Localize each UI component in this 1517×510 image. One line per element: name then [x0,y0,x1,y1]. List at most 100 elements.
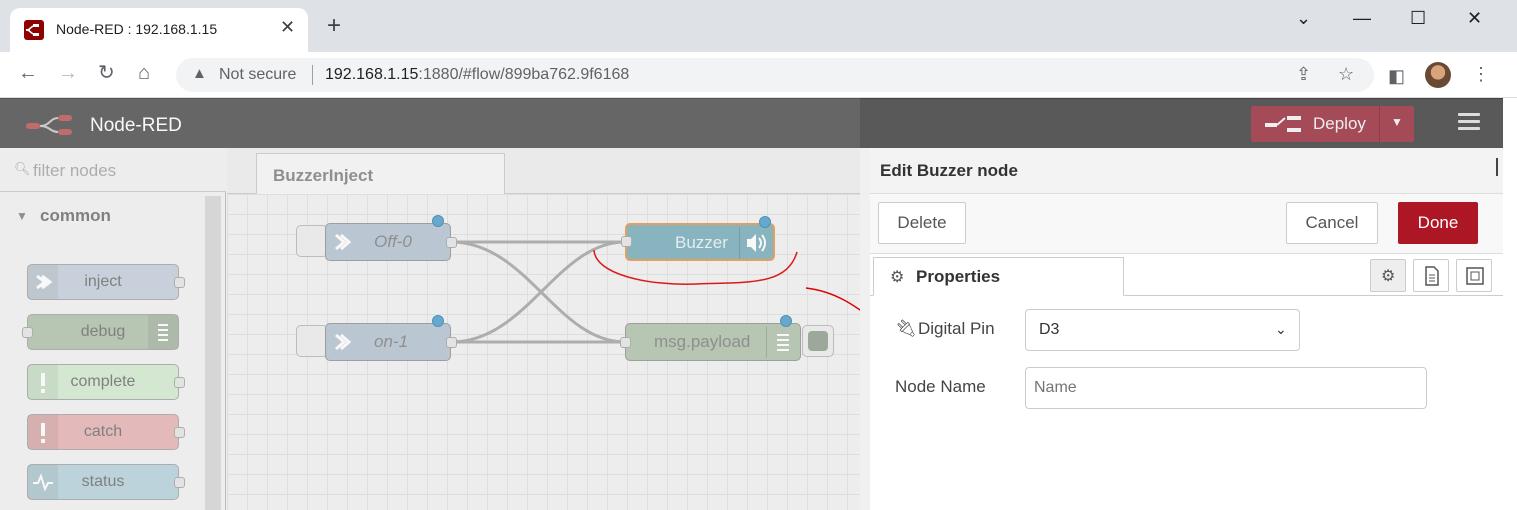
delete-button[interactable]: Delete [878,202,966,244]
debug-list-icon [148,315,178,349]
appearance-frame-icon[interactable] [1456,259,1492,292]
settings-gear-icon[interactable]: ⚙ [1370,259,1406,292]
browser-tab-bar: Node-RED : 192.168.1.15 ✕ + ⌄ — ☐ ✕ [0,0,1517,52]
flow-node-buzzer[interactable]: Buzzer [621,216,775,261]
flow-canvas[interactable]: BuzzerInject Off-0 on-1 Buzzer msg.paylo… [227,148,860,510]
resize-handle[interactable] [1496,158,1498,176]
tab-search-icon[interactable]: ⌄ [1296,8,1311,29]
hamburger-menu-icon[interactable] [1458,113,1480,131]
address-bar[interactable]: ▲ Not secure 192.168.1.15:1880/#flow/899… [176,58,1374,92]
palette-node-debug[interactable]: debug [22,314,179,350]
browser-tab[interactable]: Node-RED : 192.168.1.15 ✕ [10,8,308,52]
input-port [621,236,632,247]
node-red-header: Node-RED Deploy ▼ [0,98,1503,148]
flow-node-label: msg.payload [654,332,751,351]
category-label: common [40,206,111,225]
url-host: 192.168.1.15 [325,66,419,83]
browser-menu-icon[interactable]: ⋮ [1472,64,1490,85]
deploy-dropdown-icon[interactable]: ▼ [1391,115,1403,129]
url-path: :1880/#flow/899ba762.9f6168 [418,66,630,83]
gear-icon: ⚙ [890,269,905,286]
digital-pin-label: Digital Pin [918,319,995,338]
forward-icon[interactable]: → [58,62,78,84]
deploy-label: Deploy [1313,114,1366,133]
tab-properties-label: Properties [916,267,1001,286]
palette-node-status[interactable]: status [27,464,185,500]
palette-filter[interactable]: 🔍︎ filter nodes [0,148,226,192]
reload-icon[interactable]: ↻ [98,62,115,84]
changed-indicator [780,315,792,327]
share-icon[interactable]: ⇪ [1296,64,1311,85]
output-port [174,477,185,488]
search-icon: 🔍︎ [14,161,31,176]
page-scrollbar[interactable] [1503,98,1517,510]
palette-node-label: inject [84,273,122,290]
cancel-button[interactable]: Cancel [1286,202,1378,244]
inject-trigger-button[interactable] [296,225,328,257]
flow-node-label: Buzzer [675,233,728,252]
maximize-icon[interactable]: ☐ [1410,8,1426,29]
node-palette: 🔍︎ filter nodes ▼ common inject debug co… [0,148,226,510]
home-icon[interactable]: ⌂ [138,62,150,84]
flow-tab-label: BuzzerInject [273,166,374,185]
flow-tab[interactable]: BuzzerInject [256,153,505,195]
palette-node-label: status [81,473,125,490]
description-doc-icon[interactable] [1413,259,1449,292]
chevron-down-icon: ▼ [16,209,28,223]
output-port [174,377,185,388]
inject-arrow-icon [335,333,352,351]
palette-node-inject[interactable]: inject [27,264,185,300]
security-label[interactable]: Not secure [219,66,296,84]
flow-node-label: Off-0 [374,232,412,251]
changed-indicator [759,216,771,228]
flow-node-on-1[interactable]: on-1 [325,315,457,361]
digital-pin-value: D3 [1039,321,1060,338]
tray-title: Edit Buzzer node [880,161,1018,180]
filter-nodes-input[interactable]: filter nodes [33,161,116,181]
digital-pin-select[interactable]: D3 ⌄ [1025,309,1300,351]
tray-header: Edit Buzzer node [870,148,1503,194]
done-button[interactable]: Done [1398,202,1478,244]
tab-properties[interactable]: ⚙ Properties [873,257,1124,296]
close-window-icon[interactable]: ✕ [1467,8,1482,29]
node-name-input[interactable] [1025,367,1427,409]
changed-indicator [432,315,444,327]
bookmark-star-icon[interactable]: ☆ [1338,64,1354,85]
warning-triangle-icon[interactable]: ▲ [192,65,207,82]
inject-trigger-button[interactable] [296,325,328,357]
flow-node-label: on-1 [374,332,409,351]
output-port [446,237,457,248]
flow-grid[interactable]: Off-0 on-1 Buzzer msg.payload [227,194,860,510]
node-red-favicon-icon [24,20,44,40]
flow-tab-bar: BuzzerInject [227,148,860,195]
palette-category-common[interactable]: ▼ common [0,196,205,234]
address-separator [312,65,313,85]
input-port [620,337,631,348]
new-tab-icon[interactable]: + [327,14,341,38]
profile-avatar[interactable] [1425,62,1451,88]
palette-node-catch[interactable]: catch [27,414,185,450]
url-text[interactable]: 192.168.1.15:1880/#flow/899ba762.9f6168 [325,66,629,84]
minimize-icon[interactable]: — [1353,8,1371,29]
deploy-icon [1265,116,1301,132]
speaker-icon [739,227,766,259]
side-panel-icon[interactable]: ◧ [1388,66,1405,87]
edit-tray: Edit Buzzer node Delete Cancel Done ⚙ Pr… [860,148,1503,510]
chevron-down-icon: ⌄ [1275,321,1287,337]
tab-title: Node-RED : 192.168.1.15 [56,21,218,37]
tray-toolbar: Delete Cancel Done [870,194,1503,254]
back-icon[interactable]: ← [18,62,38,84]
palette-scrollbar[interactable] [205,196,221,510]
deploy-button[interactable]: Deploy ▼ [1251,106,1414,142]
palette-node-label: complete [70,373,136,390]
palette-node-label: catch [83,423,123,440]
node-red-logo-icon [26,115,72,135]
app-title: Node-RED [90,115,182,136]
changed-indicator [432,215,444,227]
browser-toolbar: ← → ↻ ⌂ ▲ Not secure 192.168.1.15:1880/#… [0,52,1517,98]
flow-node-off-0[interactable]: Off-0 [325,215,457,261]
flow-node-msg-payload[interactable]: msg.payload [620,315,801,361]
output-port [174,427,185,438]
palette-node-complete[interactable]: complete [27,364,185,400]
tab-close-icon[interactable]: ✕ [280,17,295,38]
